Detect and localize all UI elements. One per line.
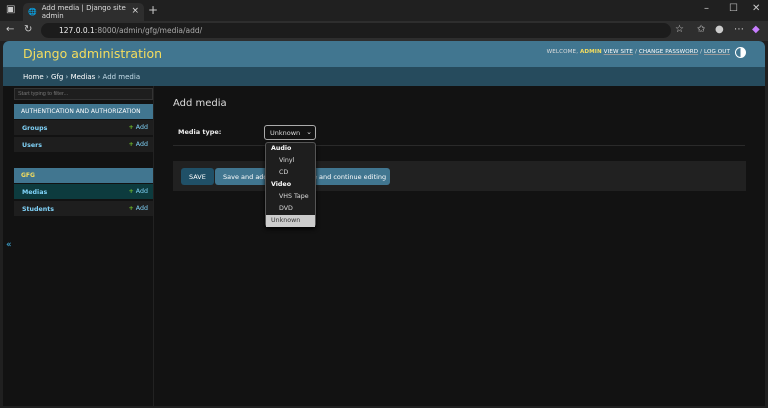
optgroup-audio: Audio [271, 145, 292, 152]
selected-value: Unknown [270, 129, 301, 137]
breadcrumb: Home › Gfg › Medias › Add media [3, 67, 765, 86]
add-medias-link[interactable]: + Add [129, 188, 149, 195]
log-out-link[interactable]: LOG OUT [704, 49, 730, 55]
close-window-icon[interactable]: ✕ [752, 3, 760, 14]
toggle-sidebar-button[interactable]: « [6, 240, 12, 250]
plus-icon: + [128, 141, 134, 148]
media-type-select[interactable]: Unknown ⌄ [264, 125, 316, 140]
favorite-star-icon[interactable]: ☆ [675, 24, 684, 35]
separator: / [700, 49, 703, 55]
welcome-text: WELCOME, [546, 49, 579, 55]
option-cd[interactable]: CD [266, 167, 315, 179]
model-link[interactable]: Users [22, 142, 42, 149]
sidebar-item-medias[interactable]: Medias + Add [14, 184, 153, 200]
page-title: Add media [173, 98, 227, 109]
option-vinyl[interactable]: Vinyl [266, 155, 315, 167]
plus-icon: + [128, 205, 134, 212]
add-label: Add [135, 124, 148, 131]
more-icon[interactable]: ⋯ [734, 24, 744, 35]
chevron-down-icon: ⌄ [306, 128, 312, 136]
back-icon[interactable]: ← [6, 24, 14, 35]
option-unknown[interactable]: Unknown [266, 215, 315, 227]
username: ADMIN [579, 49, 602, 55]
maximize-icon[interactable]: ☐ [729, 3, 738, 14]
breadcrumb-sep: › [65, 73, 69, 81]
new-tab-icon[interactable]: + [148, 3, 158, 17]
model-link[interactable]: Medias [22, 189, 47, 196]
breadcrumb-home[interactable]: Home [23, 73, 44, 81]
change-password-link[interactable]: CHANGE PASSWORD [639, 49, 698, 55]
add-students-link[interactable]: + Add [129, 205, 149, 212]
submit-row: SAVE Save and add another Save and conti… [173, 161, 746, 191]
url-path: :8000/admin/gfg/media/add/ [94, 26, 203, 35]
add-users-link[interactable]: + Add [129, 141, 149, 148]
site-brand[interactable]: Django administration [23, 46, 162, 61]
nav-sidebar: AUTHENTICATION AND AUTHORIZATION Groups +… [13, 86, 154, 406]
option-dvd[interactable]: DVD [266, 203, 315, 215]
django-admin-page: Django administration WELCOME, ADMIN VIE… [3, 41, 765, 406]
add-label: Add [135, 188, 148, 195]
sidebar-item-groups[interactable]: Groups + Add [14, 120, 153, 136]
plus-icon: + [128, 188, 134, 195]
app-caption-gfg[interactable]: GFG [14, 168, 153, 183]
model-link[interactable]: Students [22, 206, 54, 213]
minimize-icon[interactable]: – [704, 3, 709, 14]
save-button[interactable]: SAVE [181, 168, 214, 185]
nav-filter-input[interactable] [14, 88, 153, 100]
url-input[interactable]: 127.0.0.1:8000/admin/gfg/media/add/ [41, 23, 671, 38]
tab-actions-icon[interactable]: ▣ [6, 4, 15, 15]
breadcrumb-sep: › [97, 73, 101, 81]
optgroup-video: Video [271, 181, 292, 188]
browser-tab-bar: ▣ 🌐 Add media | Django site admin × + – … [0, 0, 768, 21]
breadcrumb-sep: › [45, 73, 49, 81]
media-type-label: Media type: [178, 128, 222, 136]
tab-title: Add media | Django site admin [41, 4, 126, 20]
breadcrumb-model[interactable]: Medias [71, 73, 96, 81]
app-caption-auth[interactable]: AUTHENTICATION AND AUTHORIZATION [14, 104, 153, 119]
sidebar-item-students[interactable]: Students + Add [14, 201, 153, 217]
url-host: 127.0.0.1 [59, 26, 95, 35]
favorites-icon[interactable]: ✩ [697, 24, 705, 35]
view-site-link[interactable]: VIEW SITE [604, 49, 633, 55]
model-link[interactable]: Groups [22, 125, 47, 132]
profile-avatar-icon[interactable]: ● [715, 24, 724, 35]
add-label: Add [135, 205, 148, 212]
option-vhs-tape[interactable]: VHS Tape [266, 191, 315, 203]
plus-icon: + [128, 124, 134, 131]
reload-icon[interactable]: ↻ [24, 24, 32, 35]
breadcrumb-app[interactable]: Gfg [51, 73, 63, 81]
media-type-dropdown: Audio Vinyl CD Video VHS Tape DVD Unknow… [265, 142, 316, 227]
globe-icon: 🌐 [28, 8, 37, 16]
header: Django administration WELCOME, ADMIN VIE… [3, 41, 765, 67]
divider [173, 145, 745, 146]
browser-tab[interactable]: 🌐 Add media | Django site admin × [23, 3, 144, 21]
theme-toggle-icon[interactable] [735, 47, 746, 58]
close-tab-icon[interactable]: × [131, 6, 139, 16]
user-tools: WELCOME, ADMIN VIEW SITE / CHANGE PASSWO… [547, 49, 730, 55]
add-label: Add [135, 141, 148, 148]
add-groups-link[interactable]: + Add [129, 124, 149, 131]
breadcrumb-current: Add media [102, 73, 141, 81]
separator: / [634, 49, 637, 55]
sidebar-item-users[interactable]: Users + Add [14, 137, 153, 153]
address-bar-row: ← ↻ 127.0.0.1:8000/admin/gfg/media/add/ … [0, 21, 768, 41]
copilot-icon[interactable]: ◆ [752, 24, 760, 35]
